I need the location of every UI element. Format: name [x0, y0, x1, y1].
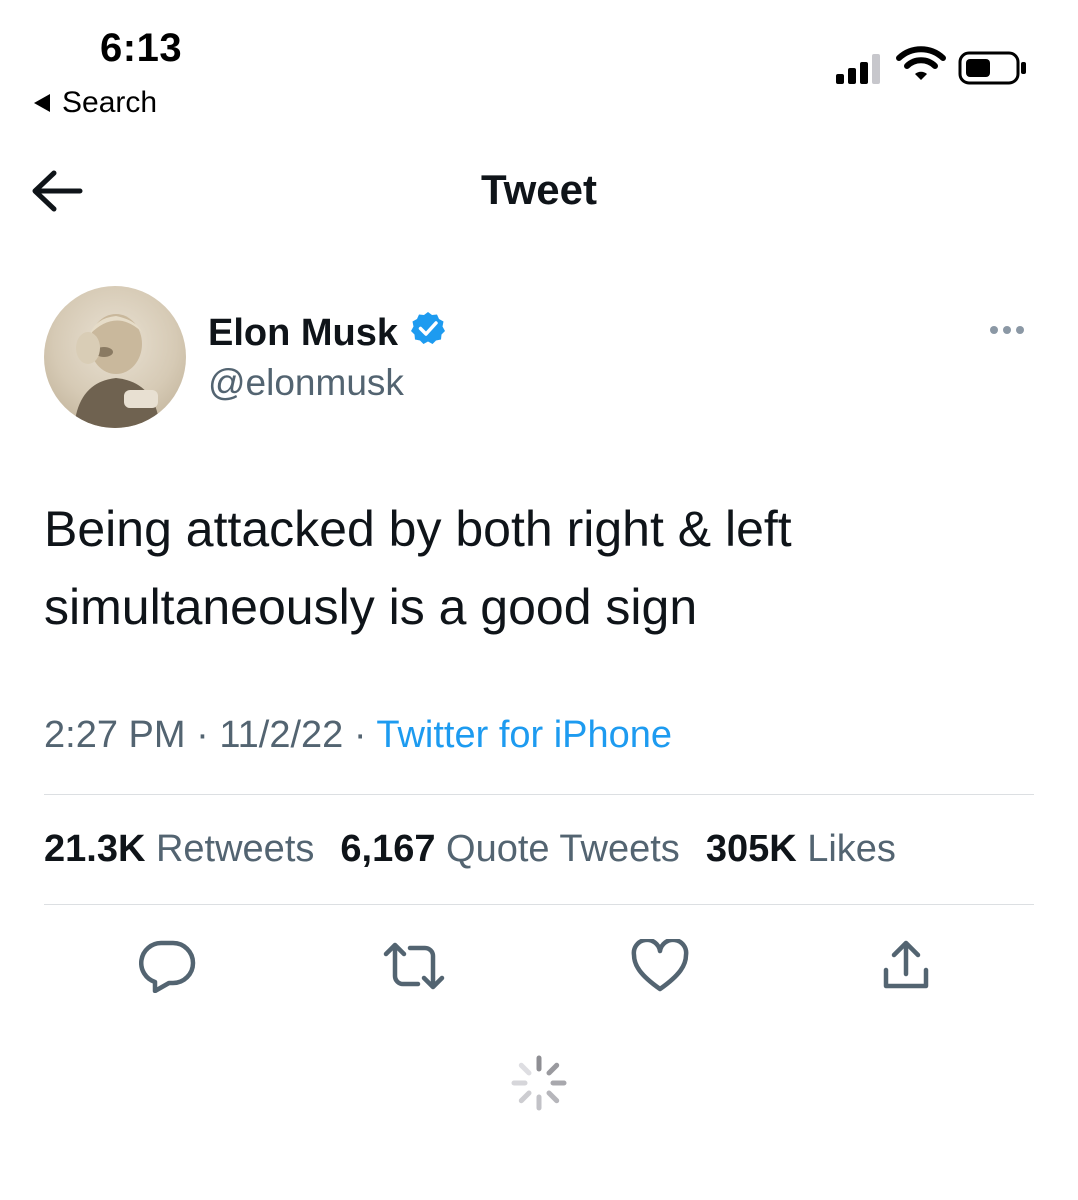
more-options-icon[interactable] [990, 326, 1024, 334]
share-icon [878, 938, 934, 999]
retweet-button[interactable] [382, 938, 446, 998]
divider [44, 904, 1034, 905]
status-time: 6:13 [100, 26, 183, 70]
like-button[interactable] [630, 937, 690, 998]
likes-stat[interactable]: 305K Likes [706, 828, 896, 871]
avatar[interactable] [44, 286, 186, 428]
heart-icon [630, 937, 690, 998]
page-title: Tweet [481, 166, 597, 213]
reply-button[interactable] [138, 938, 198, 998]
author-handle[interactable]: @elonmusk [208, 362, 404, 404]
back-triangle-icon [34, 94, 50, 112]
tweet-text: Being attacked by both right & left simu… [44, 490, 1044, 646]
author-name[interactable]: Elon Musk [208, 310, 446, 356]
meta-separator: · [196, 714, 209, 756]
tweet-text-line-1: Being attacked by both right & left [44, 501, 792, 557]
tweet-text-line-2: simultaneously is a good sign [44, 579, 698, 635]
retweets-count: 21.3K [44, 828, 146, 870]
meta-separator: · [353, 714, 367, 756]
share-button[interactable] [876, 938, 936, 998]
divider [44, 794, 1034, 795]
tweet-meta: 2:27 PM · 11/2/22 · Twitter for iPhone [44, 714, 672, 757]
engagement-stats: 21.3K Retweets 6,167 Quote Tweets 305K L… [44, 828, 896, 871]
reply-icon [139, 939, 197, 998]
tweet-date: 11/2/22 [219, 714, 344, 756]
retweets-stat[interactable]: 21.3K Retweets [44, 828, 314, 871]
cellular-signal-icon [836, 54, 880, 84]
likes-count: 305K [705, 828, 797, 870]
back-to-search-label: Search [62, 86, 158, 119]
back-to-search-link[interactable]: Search [34, 86, 157, 120]
tweet-source-link[interactable]: Twitter for iPhone [376, 714, 672, 756]
verified-badge-icon [410, 310, 446, 356]
quote-tweets-label: Quote Tweets [446, 828, 680, 870]
author-name-text: Elon Musk [208, 311, 399, 354]
quote-tweets-count: 6,167 [340, 828, 436, 870]
likes-label: Likes [807, 828, 896, 870]
retweet-icon [382, 940, 446, 997]
loading-spinner-icon [510, 1054, 568, 1117]
tweet-time: 2:27 PM [44, 714, 186, 756]
battery-icon [958, 51, 1028, 90]
wifi-icon [896, 46, 946, 87]
retweets-label: Retweets [155, 828, 315, 870]
quote-tweets-stat[interactable]: 6,167 Quote Tweets [340, 828, 679, 871]
